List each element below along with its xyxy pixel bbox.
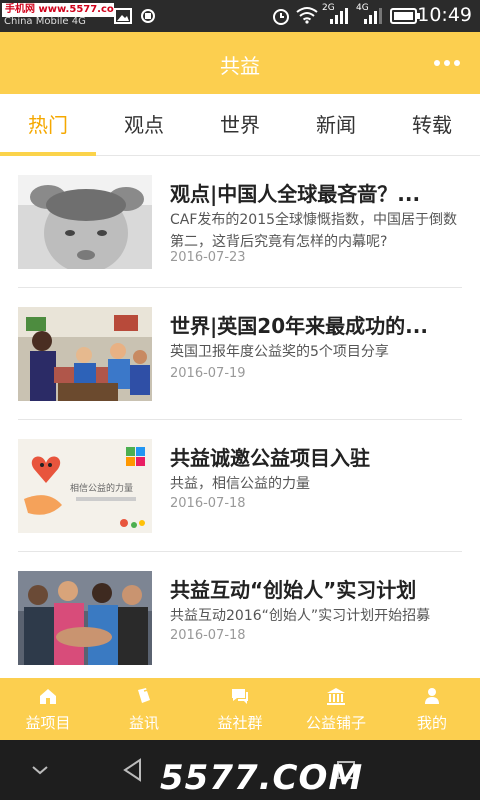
article-thumbnail: [18, 571, 152, 665]
nav-item-projects[interactable]: 益项目: [0, 678, 96, 740]
battery-icon: [390, 8, 420, 24]
news-icon: [138, 688, 152, 703]
sync-icon: [141, 9, 155, 23]
article-summary: 共益，相信公益的力量: [170, 476, 310, 492]
bottom-nav: 益项目 益讯 益社群 公益铺子 我的: [0, 678, 480, 740]
article-date: 2016-07-18: [170, 628, 246, 643]
wifi-icon: [296, 7, 318, 24]
nav-label: 我的: [416, 714, 447, 732]
watermark-logo: 5577.COM: [160, 756, 362, 800]
article-summary: CAF发布的2015全球慷慨指数，中国居于倒数第二，这背后究竟有怎样的内幕呢?: [170, 212, 458, 250]
nav-item-profile[interactable]: 我的: [384, 678, 480, 740]
watermark-logo-text: 5577.COM: [160, 758, 364, 798]
list-item[interactable]: 相信公益的力量 共益诚邀公益项目入驻 共益，相信公益的力量 2016-07-18: [18, 420, 462, 552]
tab-hot[interactable]: 热门: [0, 94, 96, 156]
dot-icon: [444, 60, 450, 66]
shop-icon: [327, 688, 345, 705]
list-item[interactable]: 观点|中国人全球最吝啬？... CAF发布的2015全球慷慨指数，中国居于倒数第…: [18, 156, 462, 288]
article-date: 2016-07-19: [170, 366, 246, 381]
clock: 10:49: [417, 4, 472, 26]
article-thumbnail: [18, 175, 152, 269]
nav-item-news[interactable]: 益讯: [96, 678, 192, 740]
article-thumbnail: [18, 307, 152, 401]
nav-label: 益讯: [128, 714, 159, 732]
article-thumbnail: 相信公益的力量: [18, 439, 152, 533]
signal-icon: [364, 8, 382, 24]
list-item[interactable]: 共益互动“创始人”实习计划 共益互动2016“创始人”实习计划开始招募 2016…: [18, 552, 462, 684]
page-title: 共益: [220, 54, 260, 78]
tab-opinion[interactable]: 观点: [96, 94, 192, 156]
article-date: 2016-07-18: [170, 496, 246, 511]
image-icon: [114, 8, 132, 24]
watermark: 手机网 www.5577.com: [2, 3, 114, 17]
alarm-icon: [273, 9, 289, 25]
tab-news[interactable]: 新闻: [288, 94, 384, 156]
tab-reprint[interactable]: 转载: [384, 94, 480, 156]
nav-item-community[interactable]: 益社群: [192, 678, 288, 740]
article-title: 观点|中国人全球最吝啬？...: [170, 182, 421, 206]
nav-item-shop[interactable]: 公益铺子: [288, 678, 384, 740]
nav-label: 益项目: [25, 714, 71, 732]
article-title: 共益互动“创始人”实习计划: [170, 578, 417, 602]
category-tabs: 热门 观点 世界 新闻 转载: [0, 94, 480, 156]
home-icon: [40, 689, 56, 704]
thumbnail-text: 相信公益的力量: [70, 482, 133, 494]
signal-icon: [330, 8, 348, 24]
tab-world[interactable]: 世界: [192, 94, 288, 156]
status-bar: 手机网 www.5577.com China Mobile 4G 2G 4G 1…: [0, 0, 480, 32]
dot-icon: [434, 60, 440, 66]
article-title: 世界|英国20年来最成功的...: [170, 314, 428, 338]
article-summary: 共益互动2016“创始人”实习计划开始招募: [170, 608, 431, 624]
more-menu-button[interactable]: [434, 58, 460, 68]
system-nav-bar: 5577.COM: [0, 740, 480, 800]
chat-icon: [232, 689, 248, 704]
chevron-down-icon[interactable]: [30, 764, 50, 776]
person-icon: [425, 688, 439, 704]
carrier-label: China Mobile 4G: [4, 16, 86, 27]
article-date: 2016-07-23: [170, 250, 246, 265]
list-item[interactable]: 世界|英国20年来最成功的... 英国卫报年度公益奖的5个项目分享 2016-0…: [18, 288, 462, 420]
dot-icon: [454, 60, 460, 66]
nav-label: 益社群: [217, 714, 263, 732]
back-icon[interactable]: [122, 758, 144, 782]
article-summary: 英国卫报年度公益奖的5个项目分享: [170, 344, 389, 360]
nav-label: 公益铺子: [305, 714, 366, 732]
article-title: 共益诚邀公益项目入驻: [170, 446, 370, 470]
app-header: 共益: [0, 32, 480, 94]
